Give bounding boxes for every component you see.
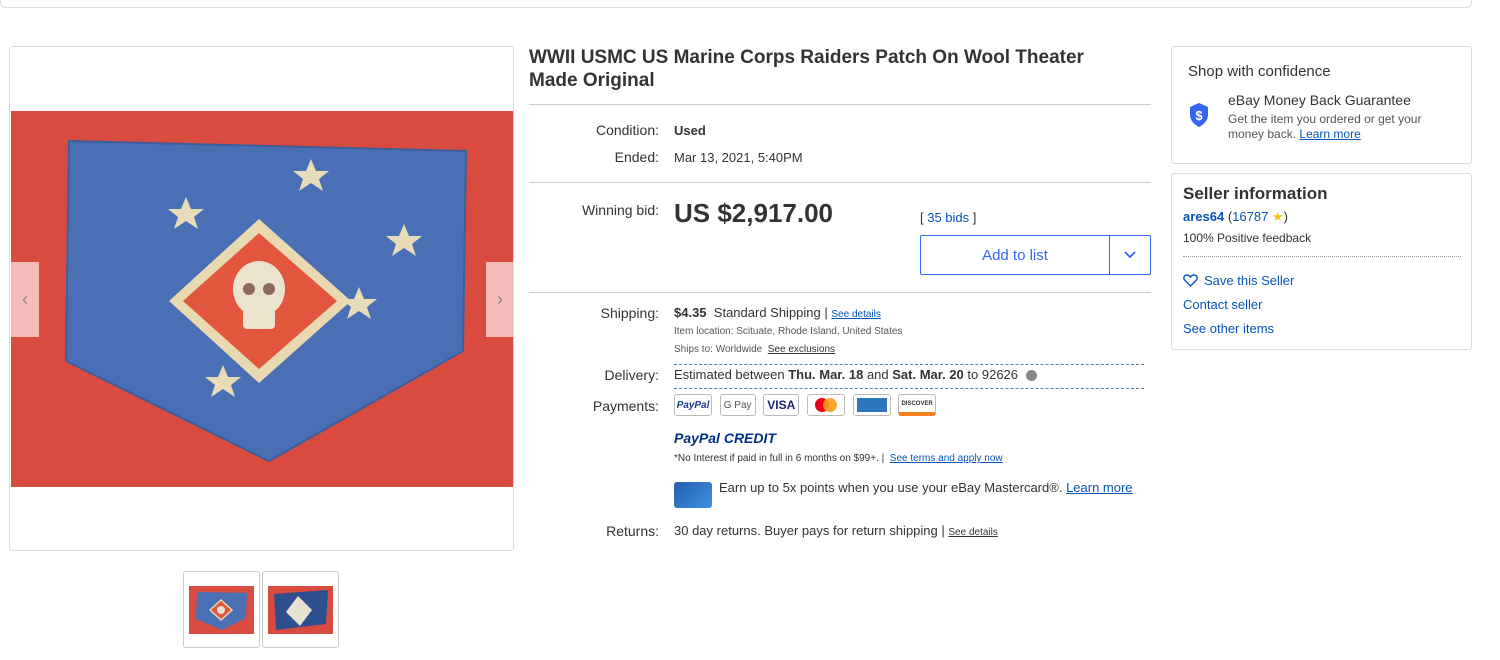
- credit-terms-link[interactable]: See terms and apply now: [890, 453, 1003, 464]
- thumbnail-1[interactable]: [183, 571, 260, 648]
- ended-label: Ended:: [614, 149, 659, 165]
- divider: [529, 182, 1151, 183]
- paypal-credit-logo: PayPal CREDIT: [674, 430, 776, 446]
- add-to-list-button[interactable]: Add to list: [921, 236, 1110, 274]
- returns-label: Returns:: [606, 523, 659, 539]
- delivery-zip: to 92626: [963, 367, 1019, 382]
- mastercard-logo: [806, 394, 845, 416]
- image-gallery[interactable]: ‹ ›: [9, 46, 514, 551]
- save-seller-link[interactable]: Save this Seller: [1183, 273, 1294, 288]
- payments-label: Payments:: [592, 398, 659, 414]
- shop-with-confidence-card: Shop with confidence $ eBay Money Back G…: [1171, 46, 1472, 164]
- seller-identity: ares64 (16787 ★): [1183, 209, 1288, 225]
- save-seller-label: Save this Seller: [1204, 273, 1295, 288]
- returns-policy: 30 day returns. Buyer pays for return sh…: [674, 523, 998, 538]
- thumbnail-2[interactable]: [262, 571, 339, 648]
- shield-dollar-icon: $: [1190, 103, 1208, 127]
- winning-bid-label: Winning bid:: [581, 202, 659, 218]
- mastercard-learn-more-link[interactable]: Learn more: [1066, 480, 1132, 495]
- thumbnail-strip: [183, 571, 339, 648]
- shipping-details-link[interactable]: See details: [831, 309, 880, 320]
- guarantee-learn-more-link[interactable]: Learn more: [1299, 127, 1360, 141]
- returns-details-link[interactable]: See details: [948, 527, 997, 538]
- divider: [529, 292, 1151, 293]
- feedback-paren-close: ): [1283, 209, 1288, 224]
- main-photo[interactable]: [11, 111, 513, 487]
- seller-info-title: Seller information: [1183, 184, 1328, 203]
- delivery-text: Estimated between: [674, 367, 789, 382]
- credit-note-text: *No Interest if paid in full in 6 months…: [674, 453, 885, 464]
- delivery-estimate: Estimated between Thu. Mar. 18 and Sat. …: [674, 367, 1037, 382]
- shipping-cost: $4.35: [674, 305, 707, 320]
- chevron-right-icon: ›: [497, 289, 503, 309]
- divider-dashed: [674, 388, 1144, 389]
- condition-label: Condition:: [595, 122, 659, 138]
- shipping-method: Standard Shipping |: [713, 305, 828, 320]
- divider-dotted: [1183, 256, 1461, 257]
- ships-to: Ships to: Worldwide See exclusions: [674, 344, 835, 355]
- star-icon: ★: [1271, 209, 1284, 224]
- confidence-title: Shop with confidence: [1188, 63, 1331, 80]
- bid-bracket-close: ]: [969, 210, 977, 225]
- positive-feedback: 100% Positive feedback: [1183, 231, 1312, 245]
- seller-name-link[interactable]: ares64: [1183, 209, 1224, 224]
- delivery-date-start: Thu. Mar. 18: [788, 367, 864, 382]
- add-to-list-dropdown[interactable]: [1110, 236, 1150, 274]
- mastercard-card-icon: [674, 482, 712, 508]
- feedback-paren-open: (: [1224, 209, 1233, 224]
- info-icon[interactable]: [1025, 370, 1037, 382]
- divider-dashed: [674, 364, 1144, 365]
- discover-logo: DISCOVER: [898, 394, 937, 416]
- item-location: Item location: Scituate, Rhode Island, U…: [674, 326, 903, 337]
- shipping-line: $4.35 Standard Shipping | See details: [674, 305, 881, 320]
- delivery-label: Delivery:: [604, 367, 659, 383]
- credit-note: *No Interest if paid in full in 6 months…: [674, 453, 1003, 464]
- amex-logo: [852, 394, 891, 416]
- add-to-list-control: Add to list: [920, 235, 1151, 275]
- delivery-date-end: Sat. Mar. 20: [892, 367, 964, 382]
- seller-information-card: Seller information ares64 (16787 ★) 100%…: [1171, 173, 1472, 350]
- divider: [529, 104, 1151, 105]
- top-bar: [0, 0, 1472, 8]
- mastercard-promo: Earn up to 5x points when you use your e…: [719, 479, 1139, 496]
- heart-icon: [1183, 274, 1198, 287]
- ended-value: Mar 13, 2021, 5:40PM: [674, 150, 803, 165]
- returns-text: 30 day returns. Buyer pays for return sh…: [674, 523, 945, 538]
- contact-seller-link[interactable]: Contact seller: [1183, 297, 1262, 312]
- item-details-column: WWII USMC US Marine Corps Raiders Patch …: [529, 46, 1152, 539]
- gpay-logo: G Pay: [719, 394, 756, 416]
- see-exclusions-link[interactable]: See exclusions: [768, 344, 835, 355]
- paypal-credit-word: PayPal: [674, 430, 720, 446]
- chevron-left-icon: ‹: [22, 289, 28, 309]
- chevron-down-icon: [1124, 251, 1136, 259]
- see-other-items-link[interactable]: See other items: [1183, 321, 1274, 336]
- condition-value: Used: [674, 123, 706, 138]
- bid-history-link[interactable]: 35 bids: [927, 210, 969, 225]
- bid-count: [ 35 bids ]: [920, 210, 976, 225]
- svg-text:$: $: [1195, 108, 1203, 123]
- visa-logo: VISA: [763, 394, 800, 416]
- feedback-score-link[interactable]: 16787: [1232, 209, 1268, 224]
- paypal-logo: PayPal: [674, 394, 712, 416]
- prev-image-button[interactable]: ‹: [11, 262, 39, 337]
- money-back-guarantee-title: eBay Money Back Guarantee: [1228, 92, 1411, 108]
- winning-bid-value: US $2,917.00: [674, 198, 834, 228]
- mastercard-promo-text: Earn up to 5x points when you use your e…: [719, 480, 1063, 495]
- money-back-guarantee-text: Get the item you ordered or get your mon…: [1228, 112, 1448, 142]
- next-image-button[interactable]: ›: [486, 262, 513, 337]
- ships-to-text: Ships to: Worldwide: [674, 344, 763, 355]
- listing-title: WWII USMC US Marine Corps Raiders Patch …: [529, 47, 1084, 91]
- delivery-text-mid: and: [863, 367, 893, 382]
- payment-methods: PayPal G Pay VISA DISCOVER: [674, 394, 940, 416]
- shipping-label: Shipping:: [600, 305, 659, 321]
- credit-word: CREDIT: [723, 430, 776, 446]
